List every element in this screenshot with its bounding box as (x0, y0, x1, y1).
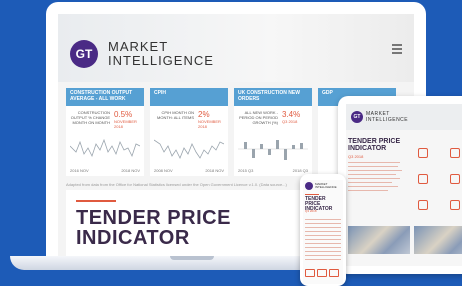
tablet-tender-title: TENDER PRICE INDICATOR (348, 138, 401, 152)
axis-start: 2008 NOV (154, 168, 173, 173)
feature-tile[interactable] (440, 146, 462, 168)
feature-tile[interactable] (440, 198, 462, 220)
card-period: NOVEMBER 2018 (198, 119, 221, 129)
feature-icon (450, 148, 460, 158)
card-cpih[interactable]: CPIH CPIH MONTH ON MONTH: ALL ITEMS 2% N… (150, 88, 228, 176)
gt-logo[interactable] (305, 182, 313, 190)
feature-icon (450, 174, 460, 184)
phone-feature-icons (305, 264, 341, 282)
site-header: GT MARKET INTELLIGENCE (58, 14, 414, 82)
card-period: Q3 2018 (282, 119, 298, 124)
feature-icon (418, 200, 428, 210)
card-header: CPIH (150, 88, 228, 106)
axis-start: 2015 Q3 (238, 168, 254, 173)
brand-line-1: MARKET (108, 39, 169, 54)
laptop-notch (170, 256, 214, 260)
data-source-note: Adapted from data from the Office for Na… (66, 182, 287, 187)
feature-icon (450, 200, 460, 210)
feature-icon[interactable] (329, 269, 339, 277)
card-new-orders[interactable]: UK CONSTRUCTION NEW ORDERS ALL NEW WORK … (234, 88, 312, 176)
tablet-tender-panel: TENDER PRICE INDICATOR Q3 2018 (348, 138, 404, 191)
card-header: CONSTRUCTION OUTPUT AVERAGE - ALL WORK (66, 88, 144, 106)
feature-icon (418, 174, 428, 184)
axis-start: 2016 NOV (70, 168, 89, 173)
brand-line-2: INTELLIGENCE (366, 117, 409, 123)
axis-end: 2018 NOV (121, 168, 140, 173)
sparkline-chart (154, 139, 224, 159)
tablet-screen: GT MARKET INTELLIGENCE TENDER PRICE INDI… (346, 104, 462, 266)
card-description: CPIH MONTH ON MONTH: ALL ITEMS (157, 110, 194, 120)
card-value: 0.5% (114, 110, 133, 119)
card-period: NOVEMBER 2018 (114, 119, 137, 129)
bar-sparkline-chart (238, 140, 308, 160)
card-value: 2% (198, 110, 210, 119)
building-photo (414, 226, 462, 254)
tablet-device: GT MARKET INTELLIGENCE TENDER PRICE INDI… (338, 96, 462, 274)
axis-end: 2018 NOV (205, 168, 224, 173)
tablet-brand: MARKET INTELLIGENCE (366, 111, 408, 123)
feature-icon[interactable] (317, 269, 327, 277)
hamburger-menu-icon[interactable] (392, 44, 402, 56)
tablet-quarter: Q3 2018 (348, 154, 364, 159)
phone-screen: MARKET INTELLIGENCE TENDER PRICE INDICAT… (303, 180, 343, 284)
feature-tile[interactable] (408, 198, 438, 220)
tender-title: TENDER PRICE INDICATOR (76, 207, 231, 249)
tablet-photo-strip (348, 226, 462, 260)
brand-line-2: INTELLIGENCE (108, 53, 214, 68)
tablet-body-text (348, 162, 404, 191)
card-description: CONSTRUCTION OUTPUT % CHANGE MONTH ON MO… (70, 110, 110, 125)
feature-icon[interactable] (305, 269, 315, 277)
card-construction-output[interactable]: CONSTRUCTION OUTPUT AVERAGE - ALL WORK C… (66, 88, 144, 176)
phone-device: MARKET INTELLIGENCE TENDER PRICE INDICAT… (300, 174, 346, 286)
phone-brand: MARKET INTELLIGENCE (315, 183, 337, 189)
gt-logo[interactable]: GT (70, 40, 98, 68)
tablet-header: GT MARKET INTELLIGENCE (346, 104, 462, 130)
tablet-feature-grid (408, 146, 462, 224)
feature-icon (418, 148, 428, 158)
card-description: ALL NEW WORK - PERIOD ON PERIOD GROWTH (… (239, 110, 278, 125)
card-header: UK CONSTRUCTION NEW ORDERS (234, 88, 312, 106)
brand-line-2: INTELLIGENCE (315, 185, 337, 189)
gt-logo[interactable]: GT (351, 111, 363, 123)
axis-end: 2018 Q3 (292, 168, 308, 173)
building-photo (348, 226, 410, 254)
accent-bar (76, 200, 116, 202)
feature-tile[interactable] (408, 172, 438, 194)
card-value: 3.4% (282, 110, 301, 119)
phone-quarter: Q3 2018 (305, 209, 317, 213)
phone-body-text (305, 216, 341, 260)
accent-bar (305, 194, 319, 195)
brand-name: MARKET INTELLIGENCE (108, 40, 214, 68)
sparkline-chart (70, 138, 140, 158)
feature-tile[interactable] (408, 146, 438, 168)
feature-tile[interactable] (440, 172, 462, 194)
